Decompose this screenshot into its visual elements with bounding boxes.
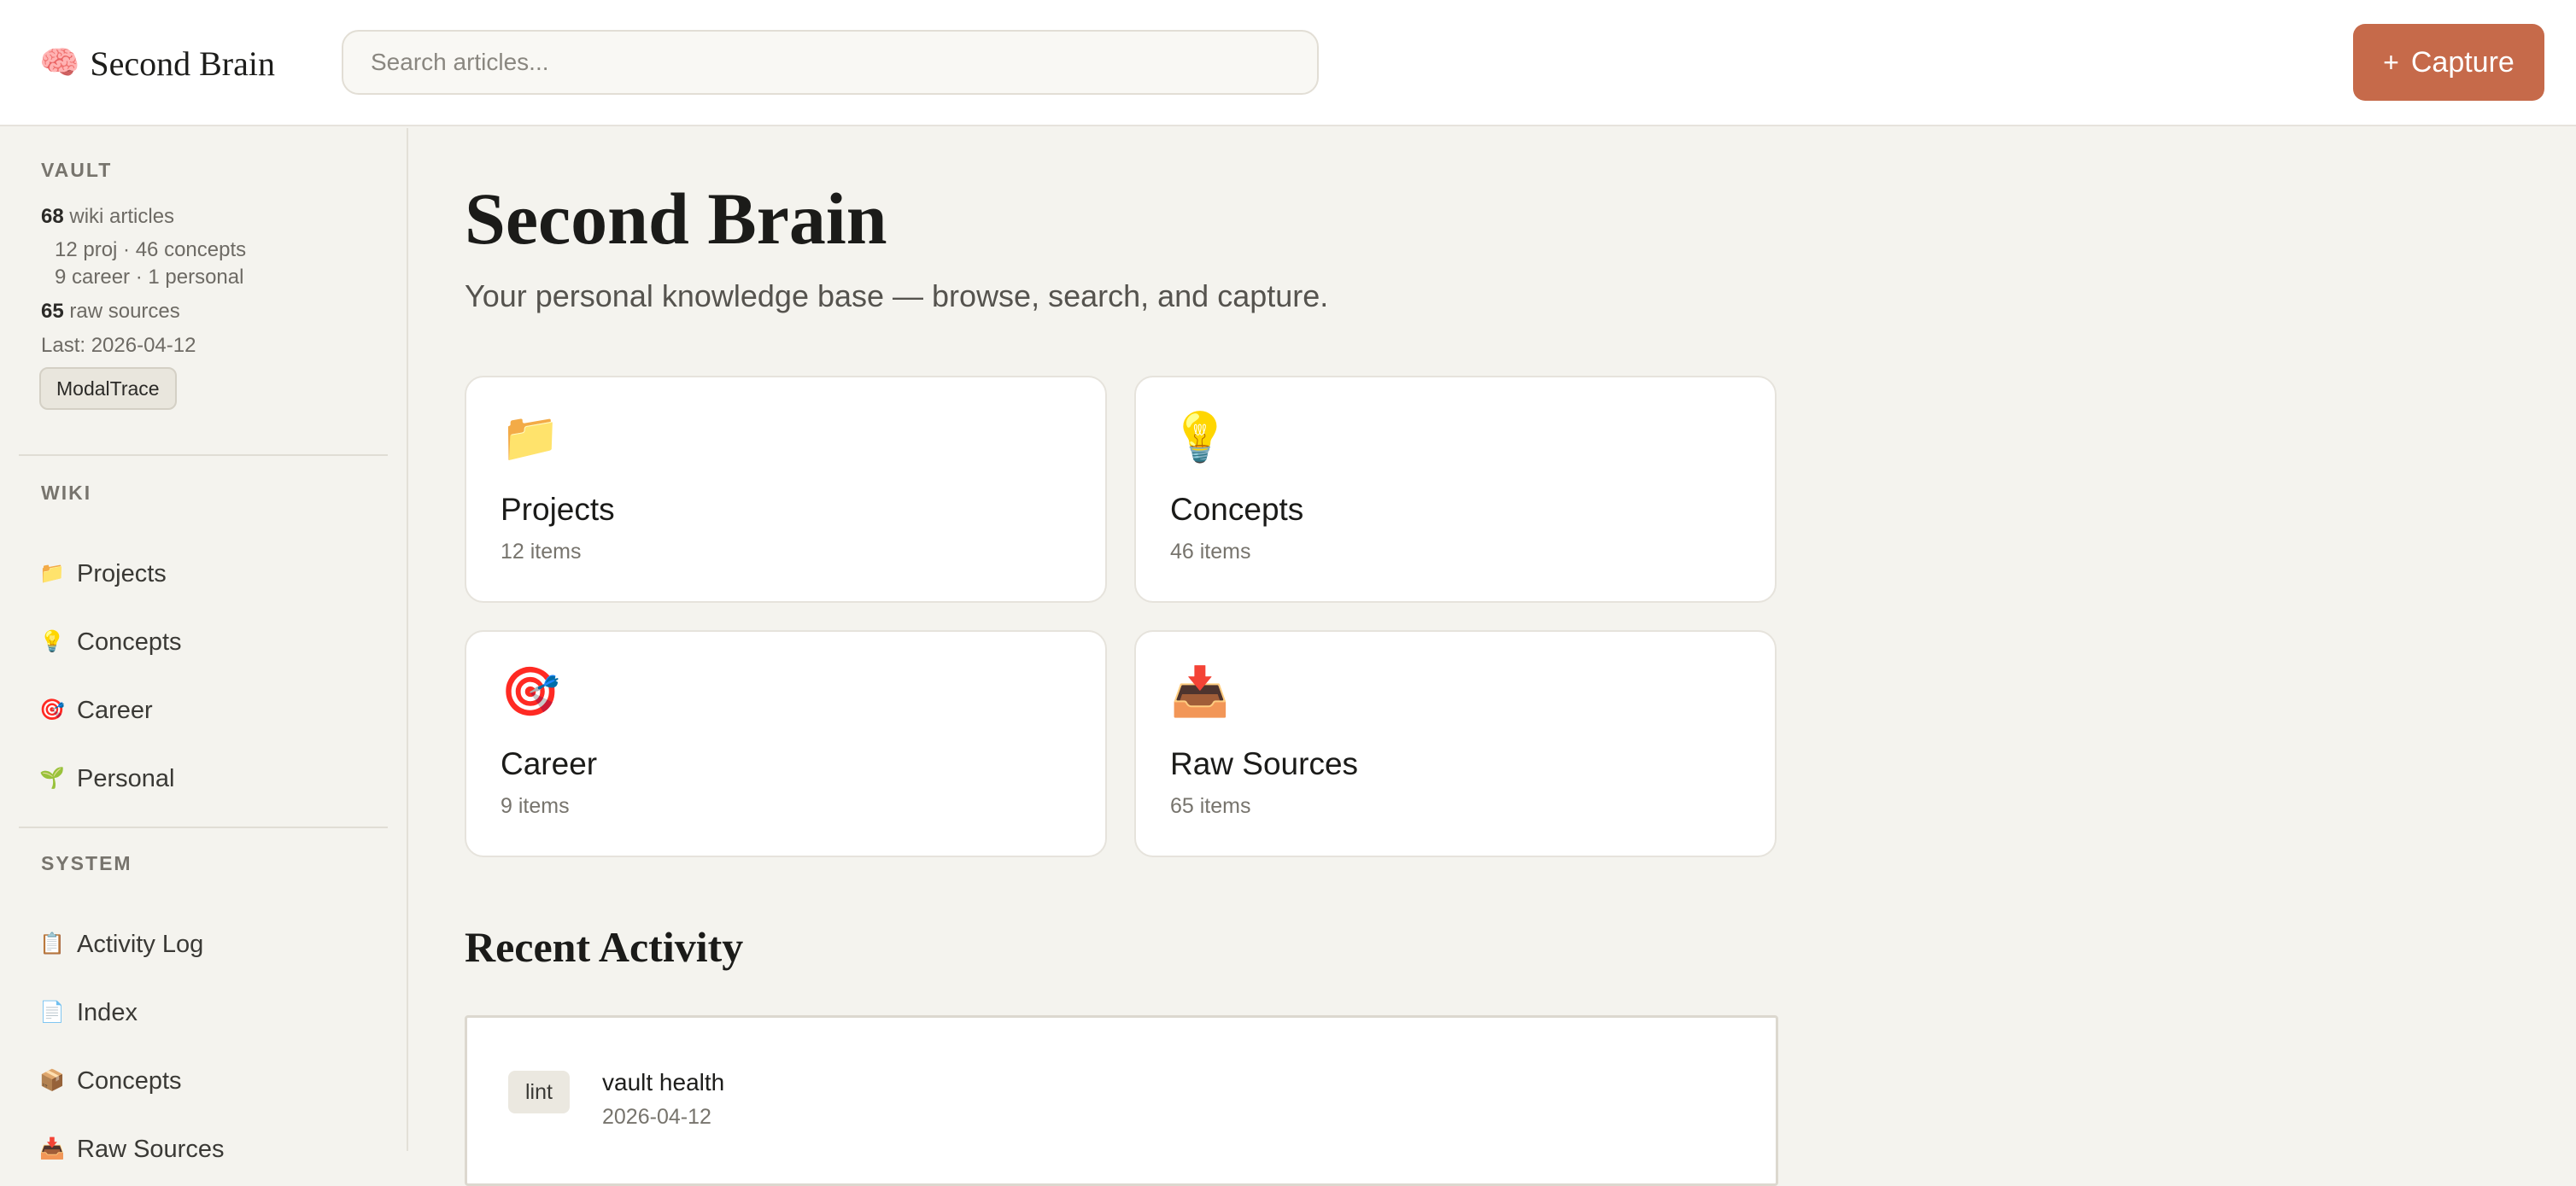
lightbulb-icon: 💡 [39,630,65,653]
sidebar-item-label: Activity Log [77,930,204,958]
card-title: Raw Sources [1170,746,1359,781]
activity-tag: lint [508,1071,570,1113]
wiki-articles-count: 68 [41,205,64,228]
brain-icon: 🧠 [39,45,80,81]
sidebar-item-label: Projects [77,559,167,587]
capture-button[interactable]: + Capture [2353,24,2544,101]
card-count: 65 items [1170,794,1251,818]
sidebar-item-label: Index [77,998,138,1026]
card-raw-sources[interactable]: 📥 Raw Sources 65 items [1134,630,1777,857]
seedling-icon: 🌱 [39,767,65,790]
sidebar-divider [19,454,388,456]
card-career[interactable]: 🎯 Career 9 items [465,630,1107,857]
sidebar-item-label: Concepts [77,628,182,656]
brand-name: Second Brain [90,44,275,83]
wiki-articles-label: wiki articles [69,205,175,228]
sidebar-item-projects[interactable]: 📁 Projects [39,550,381,598]
wiki-section-title: WIKI [41,482,92,504]
folder-icon: 📁 [39,562,65,585]
sidebar-item-label: Raw Sources [77,1135,225,1163]
activity-date: 2026-04-12 [602,1105,711,1129]
raw-sources-count: 65 [41,300,64,323]
sidebar-divider [19,827,388,828]
sidebar-item-activity-log[interactable]: 📋 Activity Log [39,920,381,968]
inbox-icon: 📥 [1170,664,1230,718]
package-icon: 📦 [39,1069,65,1092]
capture-label: Capture [2410,45,2515,79]
plus-icon: + [2383,46,2399,78]
project-badge[interactable]: ModalTrace [39,367,177,410]
sidebar-item-raw-sources[interactable]: 📥 Raw Sources [39,1125,381,1173]
wiki-breakdown-2: 9 career · 1 personal [55,266,244,289]
sidebar-item-index[interactable]: 📄 Index [39,989,381,1037]
card-title: Concepts [1170,492,1304,527]
sidebar-item-label: Concepts [77,1066,182,1095]
raw-sources-stat: 65 raw sources [41,300,180,324]
sidebar: VAULT 68 wiki articles 12 proj · 46 conc… [0,128,408,1163]
wiki-articles-stat: 68 wiki articles [41,205,174,229]
activity-title: vault health [602,1069,725,1095]
clipboard-icon: 📋 [39,932,65,955]
page-title: Second Brain [465,178,887,260]
card-count: 12 items [501,540,582,564]
target-icon: 🎯 [501,664,560,718]
sidebar-item-concepts[interactable]: 💡 Concepts [39,618,381,666]
activity-item[interactable]: lint vault health 2026-04-12 [465,1015,1778,1186]
target-icon: 🎯 [39,698,65,722]
card-concepts[interactable]: 💡 Concepts 46 items [1134,376,1777,603]
brand[interactable]: 🧠 Second Brain [39,38,275,89]
system-section-title: SYSTEM [41,852,132,874]
page-subtitle: Your personal knowledge base — browse, s… [465,278,1329,313]
recent-activity-title: Recent Activity [465,923,744,971]
inbox-icon: 📥 [39,1137,65,1160]
page-icon: 📄 [39,1001,65,1024]
wiki-breakdown-1: 12 proj · 46 concepts [55,238,247,261]
sidebar-item-personal[interactable]: 🌱 Personal [39,755,381,803]
card-title: Projects [501,492,615,527]
raw-sources-label: raw sources [69,300,180,323]
card-count: 9 items [501,794,570,818]
vault-section-title: VAULT [41,159,113,181]
card-projects[interactable]: 📁 Projects 12 items [465,376,1107,603]
card-title: Career [501,746,598,781]
top-bar: 🧠 Second Brain + Capture [0,0,2576,126]
folder-icon: 📁 [501,410,560,464]
lightbulb-icon: 💡 [1170,410,1230,464]
sidebar-item-career[interactable]: 🎯 Career [39,686,381,734]
search-input[interactable] [342,30,1319,95]
sidebar-item-system-concepts[interactable]: 📦 Concepts [39,1057,381,1105]
sidebar-item-label: Personal [77,764,175,792]
sidebar-item-label: Career [77,696,153,724]
card-count: 46 items [1170,540,1251,564]
last-updated: Last: 2026-04-12 [41,334,196,357]
